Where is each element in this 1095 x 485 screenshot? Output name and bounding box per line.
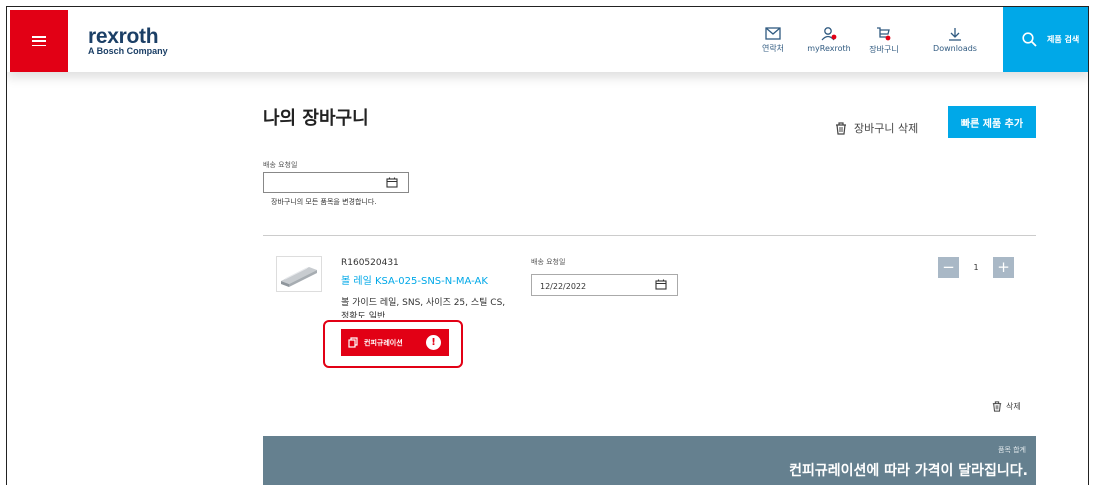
product-thumbnail[interactable] (276, 256, 322, 292)
search-icon (1022, 32, 1037, 47)
menu-button[interactable] (10, 10, 68, 72)
nav-downloads-label: Downloads (933, 44, 977, 53)
logo-subtitle: A Bosch Company (88, 46, 168, 56)
logo-wordmark: rexroth (88, 25, 159, 48)
top-header: rexroth A Bosch Company 연락처 myRexroth 장바… (7, 7, 1088, 72)
item-requested-date-input[interactable]: 12/22/2022 (531, 274, 678, 296)
app-window: rexroth A Bosch Company 연락처 myRexroth 장바… (6, 6, 1089, 485)
delete-cart-label: 장바구니 삭제 (854, 122, 919, 135)
quantity-value[interactable]: 1 (959, 263, 993, 272)
trash-icon (836, 121, 846, 135)
nav-my-rexroth[interactable]: myRexroth (804, 27, 854, 53)
nav-contact-label: 연락처 (761, 44, 785, 53)
increase-quantity-button[interactable]: + (993, 257, 1014, 278)
user-icon (821, 27, 837, 41)
total-summary-bar: 품목 합계 컨피규레이션에 따라 가격이 달라집니다. (263, 436, 1036, 485)
item-part-number: R160520431 (341, 258, 399, 268)
page-title: 나의 장바구니 (263, 108, 369, 129)
section-divider (263, 235, 1036, 236)
configuration-label: 컨피규레이션 (364, 338, 403, 347)
item-name-link[interactable]: 볼 레일 KSA-025-SNS-N-MA-AK (341, 272, 488, 287)
item-requested-date-label: 배송 요청일 (531, 258, 566, 266)
item-description: 볼 가이드 레일, SNS, 사이즈 25, 스틸 CS, 정확도 일반 (341, 298, 506, 318)
configure-icon (348, 337, 358, 348)
cart-icon (877, 27, 891, 41)
nav-contact[interactable]: 연락처 (756, 27, 790, 54)
calendar-icon[interactable] (386, 177, 398, 188)
envelope-icon (765, 27, 781, 40)
download-icon (949, 28, 961, 41)
nav-my-rexroth-label: myRexroth (807, 44, 851, 53)
configuration-button[interactable]: 컨피규레이션 ! (341, 329, 449, 356)
delete-item-label: 삭제 (1006, 402, 1021, 411)
trash-icon (992, 401, 1002, 412)
rail-product-image (281, 267, 317, 287)
hamburger-icon (32, 36, 46, 46)
decrease-quantity-button[interactable]: − (938, 257, 959, 278)
quantity-stepper: − 1 + (938, 257, 1014, 278)
nav-cart-label: 장바구니 (869, 45, 899, 54)
change-all-note: 장바구니의 모든 품목을 변경합니다. (271, 198, 377, 206)
item-requested-date-value: 12/22/2022 (540, 282, 587, 291)
calendar-icon[interactable] (655, 279, 667, 290)
requested-date-label: 배송 요청일 (263, 161, 298, 169)
product-search-button[interactable]: 제품 검색 (1003, 7, 1088, 72)
nav-cart[interactable]: 장바구니 (867, 27, 901, 55)
cart-requested-date-input[interactable] (263, 172, 409, 193)
alert-icon: ! (426, 335, 441, 350)
nav-downloads[interactable]: Downloads (931, 27, 979, 53)
search-label: 제품 검색 (1047, 35, 1080, 44)
total-label: 품목 합계 (998, 446, 1026, 454)
total-price-note: 컨피규레이션에 따라 가격이 달라집니다. (789, 463, 1028, 479)
brand-logo[interactable]: rexroth A Bosch Company (88, 25, 168, 56)
delete-item-button[interactable]: 삭제 (992, 401, 1021, 412)
delete-cart-button[interactable]: 장바구니 삭제 (835, 120, 918, 136)
quick-add-product-button[interactable]: 빠른 제품 추가 (948, 106, 1036, 138)
